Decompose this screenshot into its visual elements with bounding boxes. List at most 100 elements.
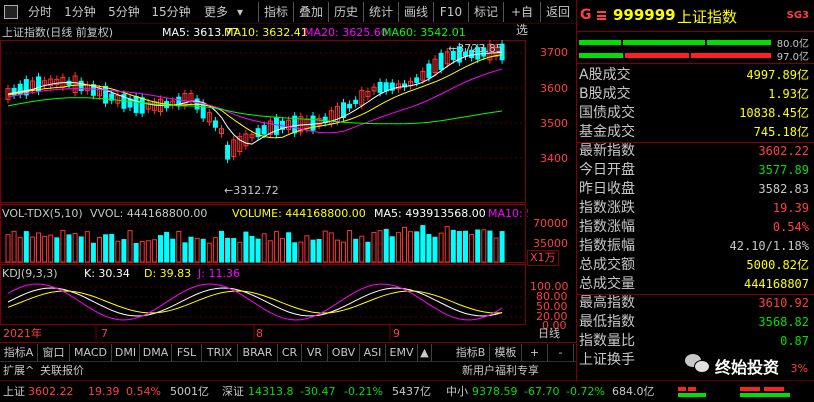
tab-obv[interactable]: OBV: [328, 344, 360, 361]
tool-draw-button[interactable]: 画线: [400, 3, 432, 21]
candle-body: [310, 115, 316, 131]
window-icon[interactable]: [4, 5, 18, 19]
tab-indicator-b[interactable]: 指标B: [452, 344, 490, 361]
volume-bar: [298, 241, 304, 263]
volume-bar: [402, 226, 407, 263]
volume-bar: [103, 234, 109, 263]
volume-bar: [182, 242, 188, 263]
tab-window[interactable]: 窗口: [38, 344, 70, 361]
volume-bar: [469, 234, 475, 263]
volume-bar: [60, 229, 66, 263]
tab-zoom-out[interactable]: -: [548, 344, 574, 361]
candle-body: [225, 144, 231, 160]
toolbar-divider: [293, 2, 294, 22]
stock-name: 上证指数: [677, 8, 738, 26]
status-sz-amount: 5437亿: [392, 385, 431, 398]
period-tab-15min[interactable]: 15分钟: [146, 3, 196, 21]
volume-bar: [219, 230, 224, 263]
new-user-promo-link[interactable]: 新用户福利专享: [462, 364, 539, 378]
quote-row-value: 3602.22: [758, 144, 809, 158]
quote-row-label: 指数振幅: [579, 238, 635, 254]
tab-indicator-a[interactable]: 指标A: [0, 344, 38, 361]
quote-row-value: 42.10/1.18%: [729, 239, 809, 253]
volume-bar: [347, 230, 353, 263]
ratio-bar-bottom: [625, 53, 689, 58]
tab-dmi[interactable]: DMI: [112, 344, 140, 361]
period-tab-fenshi[interactable]: 分时: [24, 3, 56, 21]
g-icon[interactable]: G: [580, 7, 592, 23]
quote-row-value: 0.87: [780, 334, 809, 348]
period-tab-1min[interactable]: 1分钟: [58, 3, 102, 21]
candle-body: [103, 85, 109, 104]
candle-body: [212, 120, 218, 128]
tab-fsl[interactable]: FSL: [172, 344, 202, 361]
tool-mark-button[interactable]: 标记: [470, 3, 502, 21]
volume-bar: [5, 234, 11, 263]
tool-f10-button[interactable]: F10: [435, 3, 467, 21]
tool-add-watchlist-button[interactable]: +自选: [505, 3, 539, 37]
status-sz-change: -30.47: [300, 385, 336, 398]
volume-bar: [212, 237, 218, 263]
volume-bar: [420, 225, 426, 263]
volume-bar: [121, 239, 127, 263]
status-sz-name[interactable]: 深证: [222, 384, 244, 400]
tool-indicator-button[interactable]: 指标: [260, 3, 292, 21]
menu-icon[interactable]: [597, 11, 606, 20]
market-breadth-icon: [676, 385, 716, 399]
tab-emv[interactable]: EMV: [386, 344, 418, 361]
volume-bar: [225, 237, 231, 263]
tool-back-button[interactable]: 返回: [542, 3, 574, 21]
stock-code: 999999: [613, 6, 676, 24]
tool-history-button[interactable]: 历史: [330, 3, 362, 21]
volume-bar: [359, 235, 365, 263]
kline-chart-svg[interactable]: [0, 24, 576, 342]
kdj-line: [7, 290, 503, 314]
quote-row-label: 最低指数: [579, 314, 635, 330]
tab-zoom-in[interactable]: +: [522, 344, 548, 361]
quote-row-label: 总成交额: [579, 257, 635, 273]
candle-body: [347, 103, 353, 109]
tab-trix[interactable]: TRIX: [202, 344, 238, 361]
volume-bar: [158, 235, 163, 263]
tab-scroll-arrow[interactable]: ▲: [418, 344, 432, 361]
kline-chart-area[interactable]: 上证指数(日线 前复权) MA5: 3613.77 MA10: 3632.41 …: [0, 24, 576, 342]
status-sh-pct: 0.54%: [126, 385, 161, 398]
quote-row: 基金成交 745.18亿: [577, 123, 814, 142]
volume-bar: [72, 232, 78, 263]
tab-macd[interactable]: MACD: [70, 344, 112, 361]
quote-row: 指数涨跌 19.39: [577, 199, 814, 218]
low-price-value: 3312.72: [233, 184, 279, 197]
volume-bar: [389, 236, 395, 263]
status-zx-name[interactable]: 中小: [446, 384, 468, 400]
chart-title: 上证指数(日线 前复权): [2, 26, 114, 39]
period-tab-5min[interactable]: 5分钟: [102, 3, 146, 21]
quote-row-value: 0.54%: [772, 220, 809, 234]
period-tab-more[interactable]: 更多: [196, 3, 236, 21]
volume-bar: [322, 230, 328, 263]
volume-bar: [78, 236, 84, 263]
tab-asi[interactable]: ASI: [360, 344, 386, 361]
tab-vr[interactable]: VR: [302, 344, 328, 361]
volume-bar: [408, 231, 414, 263]
tab-cr[interactable]: CR: [278, 344, 302, 361]
quote-row-label: 指数涨幅: [579, 219, 635, 235]
tab-template[interactable]: 模板: [490, 344, 522, 361]
candle-body: [383, 82, 389, 92]
ratio-bar-top: [579, 40, 621, 45]
volume-bar: [133, 243, 139, 263]
tab-dma[interactable]: DMA: [140, 344, 172, 361]
vol-title: VOL-TDX(5,10): [2, 207, 83, 220]
quote-row: 指数振幅 42.10/1.18%: [577, 237, 814, 256]
expand-button[interactable]: 扩展^: [3, 364, 34, 378]
candle-body: [426, 63, 432, 79]
quote-row: 今日开盘 3577.89: [577, 161, 814, 180]
kdj-line: [7, 283, 503, 321]
app-window: 分时 1分钟 5分钟 15分钟 更多 ▾ 指标 叠加 历史 统计 画线 F10 …: [0, 0, 814, 402]
more-chevron-icon[interactable]: ▾: [234, 3, 246, 21]
tool-stats-button[interactable]: 统计: [365, 3, 397, 21]
tab-brar[interactable]: BRAR: [238, 344, 278, 361]
status-sh-name[interactable]: 上证: [3, 384, 25, 400]
volume-bar: [475, 229, 481, 263]
related-quotes-button[interactable]: 关联报价: [40, 364, 84, 378]
tool-overlay-button[interactable]: 叠加: [295, 3, 327, 21]
